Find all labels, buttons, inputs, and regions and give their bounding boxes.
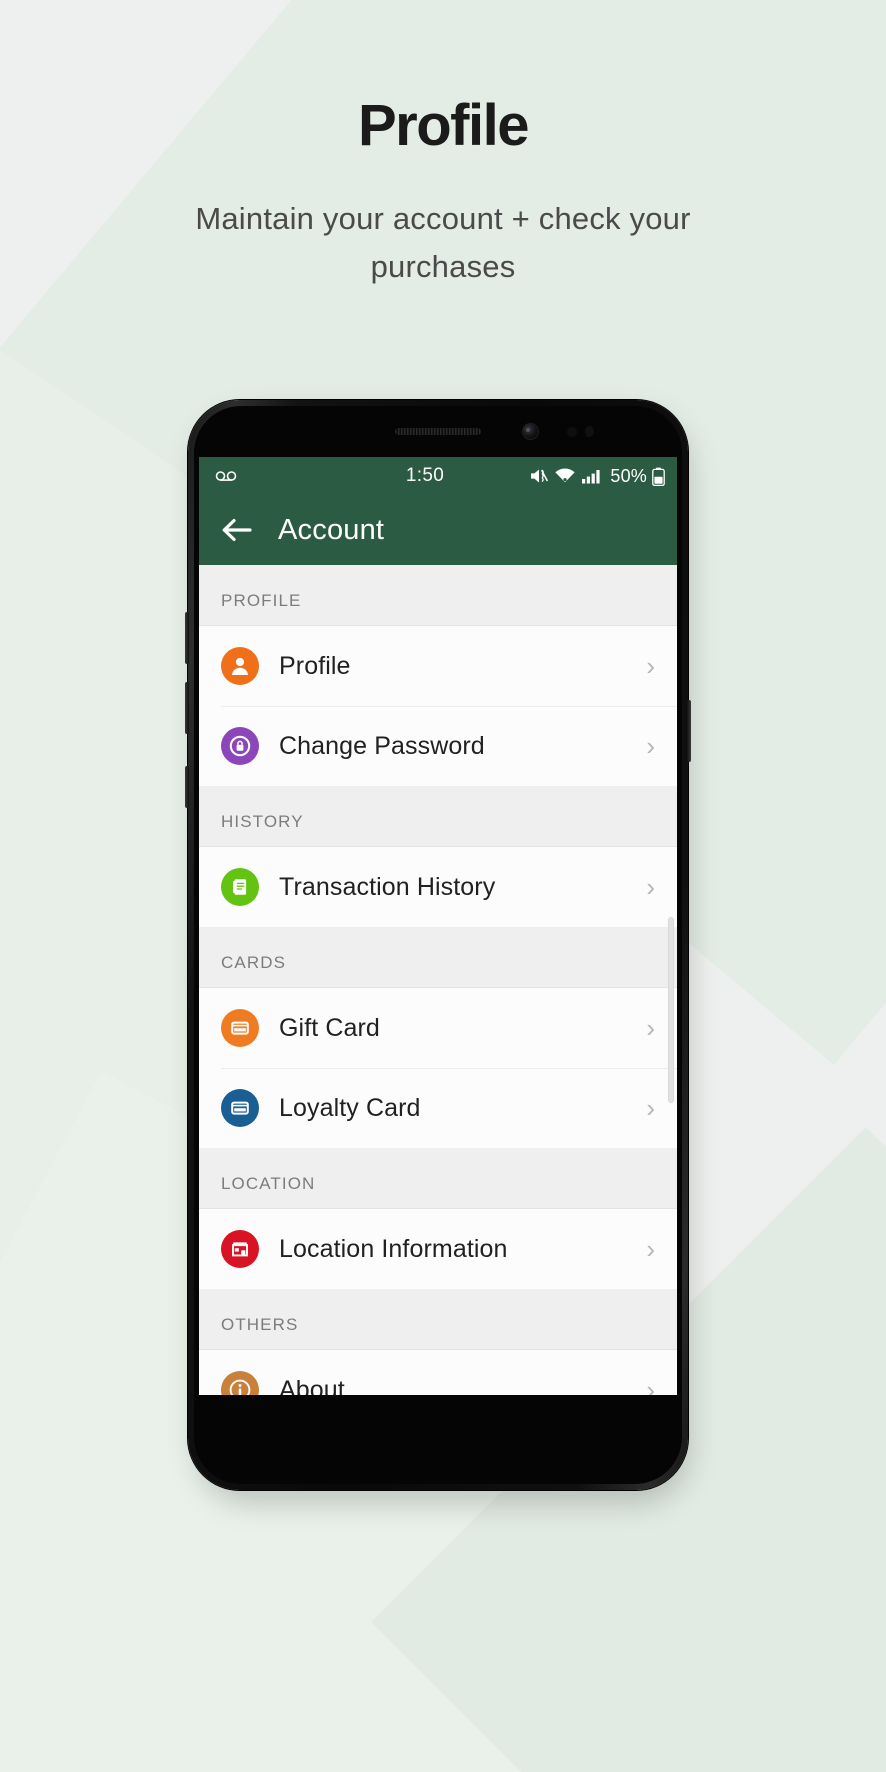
chevron-right-icon: › (646, 1375, 655, 1395)
page-title: Profile (358, 93, 530, 158)
list-item-transaction-history[interactable]: Transaction History › (199, 847, 677, 927)
store-icon (221, 1230, 259, 1268)
phone-top-bezel (199, 413, 677, 457)
gift-card-icon (221, 1009, 259, 1047)
battery-icon (652, 467, 665, 486)
list-item-label: Transaction History (279, 872, 496, 901)
volume-mute-icon (529, 467, 549, 485)
chevron-right-icon: › (646, 1013, 655, 1043)
section-header-history: HISTORY (199, 786, 677, 847)
list-item-location-information[interactable]: Location Information › (199, 1209, 677, 1289)
list-item-label: Profile (279, 651, 351, 680)
list-item-loyalty-card[interactable]: Loyalty Card › (199, 1068, 677, 1148)
list-item-label: Location Information (279, 1234, 508, 1263)
camera-lens-highlight (526, 428, 530, 432)
wifi-icon (554, 467, 576, 485)
list-item-label: Loyalty Card (279, 1093, 421, 1122)
status-bar-clock: 1:50 (405, 465, 445, 486)
list-item-label: Gift Card (279, 1013, 380, 1042)
voicemail-icon (215, 469, 237, 483)
signal-bars-icon (581, 467, 603, 485)
app-bar-title: Account (278, 513, 385, 546)
list-item-change-password[interactable]: Change Password › (199, 706, 677, 786)
list-item-about[interactable]: About › (199, 1350, 677, 1395)
status-bar-left (215, 469, 365, 483)
chevron-right-icon: › (646, 651, 655, 681)
list-scrollbar[interactable] (668, 917, 674, 1103)
proximity-sensor-icon (567, 427, 577, 437)
document-list-icon (221, 868, 259, 906)
back-arrow-icon[interactable] (221, 517, 252, 543)
battery-percent-label: 50% (610, 465, 647, 486)
chevron-right-icon: › (646, 1234, 655, 1264)
list-item-label: Change Password (279, 731, 485, 760)
page-subtitle: Maintain your account + check your purch… (195, 200, 691, 284)
power-button[interactable] (687, 700, 691, 762)
settings-list[interactable]: PROFILE Profile › Change Password › HIST… (199, 565, 677, 1395)
earpiece-speaker-icon (395, 428, 481, 435)
section-header-location: LOCATION (199, 1148, 677, 1209)
chevron-right-icon: › (646, 731, 655, 761)
list-item-profile[interactable]: Profile › (199, 626, 677, 706)
section-header-cards: CARDS (199, 927, 677, 988)
volume-up-button[interactable] (185, 612, 189, 664)
iris-scanner-icon (585, 426, 594, 437)
phone-screen: 1:50 50% Account PROFILE Profile › Chang… (199, 457, 677, 1395)
app-bar: Account (199, 495, 677, 565)
loyalty-card-icon (221, 1089, 259, 1127)
info-icon (221, 1371, 259, 1395)
chevron-right-icon: › (646, 872, 655, 902)
section-header-others: OTHERS (199, 1289, 677, 1350)
phone-frame: 1:50 50% Account PROFILE Profile › Chang… (185, 400, 691, 1490)
status-bar: 1:50 50% (199, 457, 677, 495)
phone-body: 1:50 50% Account PROFILE Profile › Chang… (194, 406, 682, 1484)
phone-mockup: 1:50 50% Account PROFILE Profile › Chang… (185, 400, 698, 1510)
list-item-gift-card[interactable]: Gift Card › (199, 988, 677, 1068)
phone-bottom-bezel (199, 1395, 677, 1447)
page-header: Profile Maintain your account + check yo… (0, 0, 886, 291)
section-header-profile: PROFILE (199, 565, 677, 626)
status-bar-right: 50% (485, 466, 665, 487)
front-camera-icon (523, 424, 538, 439)
assistant-button[interactable] (185, 766, 189, 808)
person-icon (221, 647, 259, 685)
chevron-right-icon: › (646, 1093, 655, 1123)
lock-circle-icon (221, 727, 259, 765)
volume-down-button[interactable] (185, 682, 189, 734)
list-item-label: About (279, 1375, 345, 1396)
